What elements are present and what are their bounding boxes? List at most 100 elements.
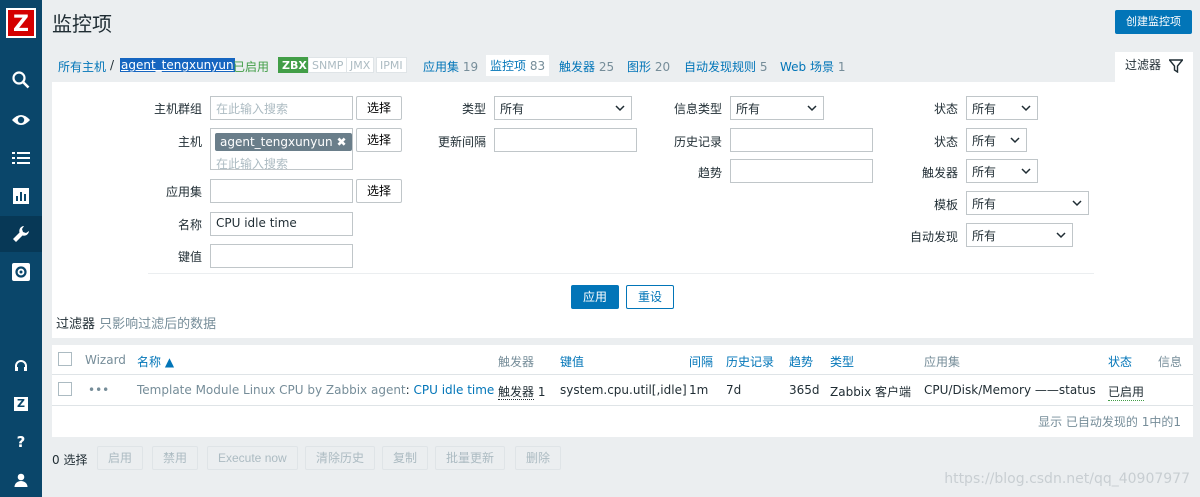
- support-icon[interactable]: [0, 348, 42, 384]
- host-groups-label: 主机群组: [153, 102, 202, 116]
- triggers-link[interactable]: 触发器 25: [559, 58, 614, 75]
- chevron-down-icon: [1056, 232, 1066, 239]
- header-divider: [52, 374, 1193, 375]
- trends-cell: 365d: [789, 383, 820, 397]
- wrench-icon[interactable]: [0, 216, 42, 252]
- user-icon[interactable]: [0, 462, 42, 497]
- search-icon[interactable]: [0, 62, 42, 98]
- host-groups-select-button[interactable]: 选择: [356, 96, 403, 120]
- key-input[interactable]: [210, 244, 353, 268]
- name-input[interactable]: CPU idle time: [210, 212, 353, 236]
- discovery-rules-link[interactable]: 自动发现规则 5: [684, 58, 767, 75]
- execute-now-button[interactable]: Execute now: [207, 446, 298, 470]
- row-divider: [52, 405, 1193, 406]
- col-key[interactable]: 键值: [560, 353, 584, 370]
- host-groups-input[interactable]: 在此输入搜索: [210, 96, 353, 120]
- info-type-select[interactable]: 所有: [730, 96, 824, 120]
- state-label: 状态: [933, 102, 958, 116]
- status-label: 状态: [933, 135, 958, 149]
- triggers-select[interactable]: 所有: [966, 159, 1038, 183]
- state-select[interactable]: 所有: [966, 96, 1038, 120]
- type-label: 类型: [461, 102, 486, 116]
- col-status[interactable]: 状态: [1108, 353, 1132, 370]
- clear-history-button[interactable]: 清除历史: [305, 446, 376, 470]
- delete-button[interactable]: 删除: [515, 446, 562, 470]
- ipmi-badge: IPMI: [376, 57, 407, 73]
- col-type[interactable]: 类型: [830, 353, 854, 370]
- interval-cell: 1m: [689, 383, 709, 397]
- share-icon[interactable]: Z: [0, 386, 42, 422]
- type-select[interactable]: 所有: [494, 96, 632, 120]
- chevron-down-icon: [1072, 200, 1082, 207]
- host-navigation: 所有主机 / agent_tengxunyun 已启用 ZBX SNMP JMX…: [52, 52, 1193, 80]
- web-scenarios-link[interactable]: Web 场景 1: [780, 58, 845, 75]
- status-cell[interactable]: 已启用: [1108, 383, 1145, 401]
- wizard-menu-icon[interactable]: •••: [88, 383, 109, 397]
- applications-cell: CPU/Disk/Memory ——status: [924, 383, 1096, 397]
- type-cell: Zabbix 客户端: [830, 385, 912, 399]
- template-select[interactable]: 所有: [966, 191, 1089, 215]
- breadcrumb-separator: /: [110, 58, 115, 72]
- chart-icon[interactable]: [0, 178, 42, 214]
- host-link[interactable]: agent_tengxunyun: [120, 58, 235, 72]
- filter-panel: 主机群组 在此输入搜索 选择 主机 agent_tengxunyun ✖ 在此输…: [52, 82, 1193, 338]
- hosts-label: 主机: [177, 135, 202, 149]
- sidebar: Z Z ?: [0, 0, 42, 497]
- status-select[interactable]: 所有: [966, 128, 1027, 152]
- chevron-down-icon: [1021, 168, 1031, 175]
- hosts-placeholder: 在此输入搜索: [216, 157, 289, 171]
- selected-count: 0 选择: [52, 453, 88, 467]
- hosts-select-button[interactable]: 选择: [356, 128, 403, 152]
- filter-divider: [148, 273, 1094, 274]
- col-history[interactable]: 历史记录: [726, 353, 774, 370]
- jmx-badge: JMX: [346, 57, 375, 73]
- history-input[interactable]: [730, 128, 873, 152]
- triggers-cell: 触发器 1: [498, 385, 546, 400]
- host-tag: agent_tengxunyun ✖: [215, 133, 352, 151]
- col-name[interactable]: 名称 ▲: [137, 353, 174, 370]
- trends-label: 趋势: [697, 166, 722, 180]
- zbx-badge: ZBX: [278, 57, 311, 73]
- graphs-link[interactable]: 图形 20: [627, 58, 670, 75]
- reset-button[interactable]: 重设: [626, 285, 675, 309]
- trends-input[interactable]: [730, 159, 873, 183]
- col-trends[interactable]: 趋势: [789, 353, 813, 370]
- help-icon[interactable]: ?: [0, 424, 42, 460]
- eye-icon[interactable]: [0, 102, 42, 138]
- col-applications: 应用集: [924, 355, 961, 369]
- applications-link[interactable]: 应用集 19: [423, 58, 478, 75]
- col-interval[interactable]: 间隔: [689, 353, 713, 370]
- history-label: 历史记录: [673, 135, 722, 149]
- zabbix-logo[interactable]: Z: [6, 8, 36, 38]
- applications-select-button[interactable]: 选择: [356, 179, 403, 203]
- item-name-cell: Template Module Linux CPU by Zabbix agen…: [137, 383, 495, 397]
- discovery-label: 自动发现: [909, 230, 958, 244]
- chevron-down-icon: [1010, 137, 1020, 144]
- items-link[interactable]: 监控项 83: [486, 55, 550, 76]
- chevron-down-icon: [807, 105, 817, 112]
- select-all-checkbox[interactable]: [58, 352, 72, 366]
- gear-icon[interactable]: [0, 254, 42, 290]
- disable-button[interactable]: 禁用: [152, 446, 199, 470]
- applications-input[interactable]: [210, 179, 353, 203]
- all-hosts-link[interactable]: 所有主机: [58, 58, 106, 75]
- apply-button[interactable]: 应用: [571, 285, 620, 309]
- list-icon[interactable]: [0, 140, 42, 176]
- enable-button[interactable]: 启用: [97, 446, 144, 470]
- update-interval-input[interactable]: [494, 128, 637, 152]
- discovery-select[interactable]: 所有: [966, 223, 1073, 247]
- watermark: https://blog.csdn.net/qq_40907977: [944, 471, 1190, 487]
- remove-tag-icon[interactable]: ✖: [336, 135, 346, 149]
- copy-button[interactable]: 复制: [382, 446, 429, 470]
- template-label: 模板: [933, 198, 958, 212]
- filter-tab[interactable]: 过滤器: [1115, 52, 1193, 82]
- snmp-badge: SNMP: [308, 57, 348, 73]
- chevron-down-icon: [1021, 105, 1031, 112]
- page-title: 监控项: [52, 12, 112, 36]
- applications-label: 应用集: [165, 185, 202, 199]
- mass-update-button[interactable]: 批量更新: [435, 446, 506, 470]
- hosts-multiselect[interactable]: agent_tengxunyun ✖ 在此输入搜索: [210, 128, 353, 171]
- create-item-button[interactable]: 创建监控项: [1115, 10, 1192, 34]
- table-footer: 显示 已自动发现的 1中的1: [1038, 415, 1181, 429]
- row-checkbox[interactable]: [58, 382, 72, 396]
